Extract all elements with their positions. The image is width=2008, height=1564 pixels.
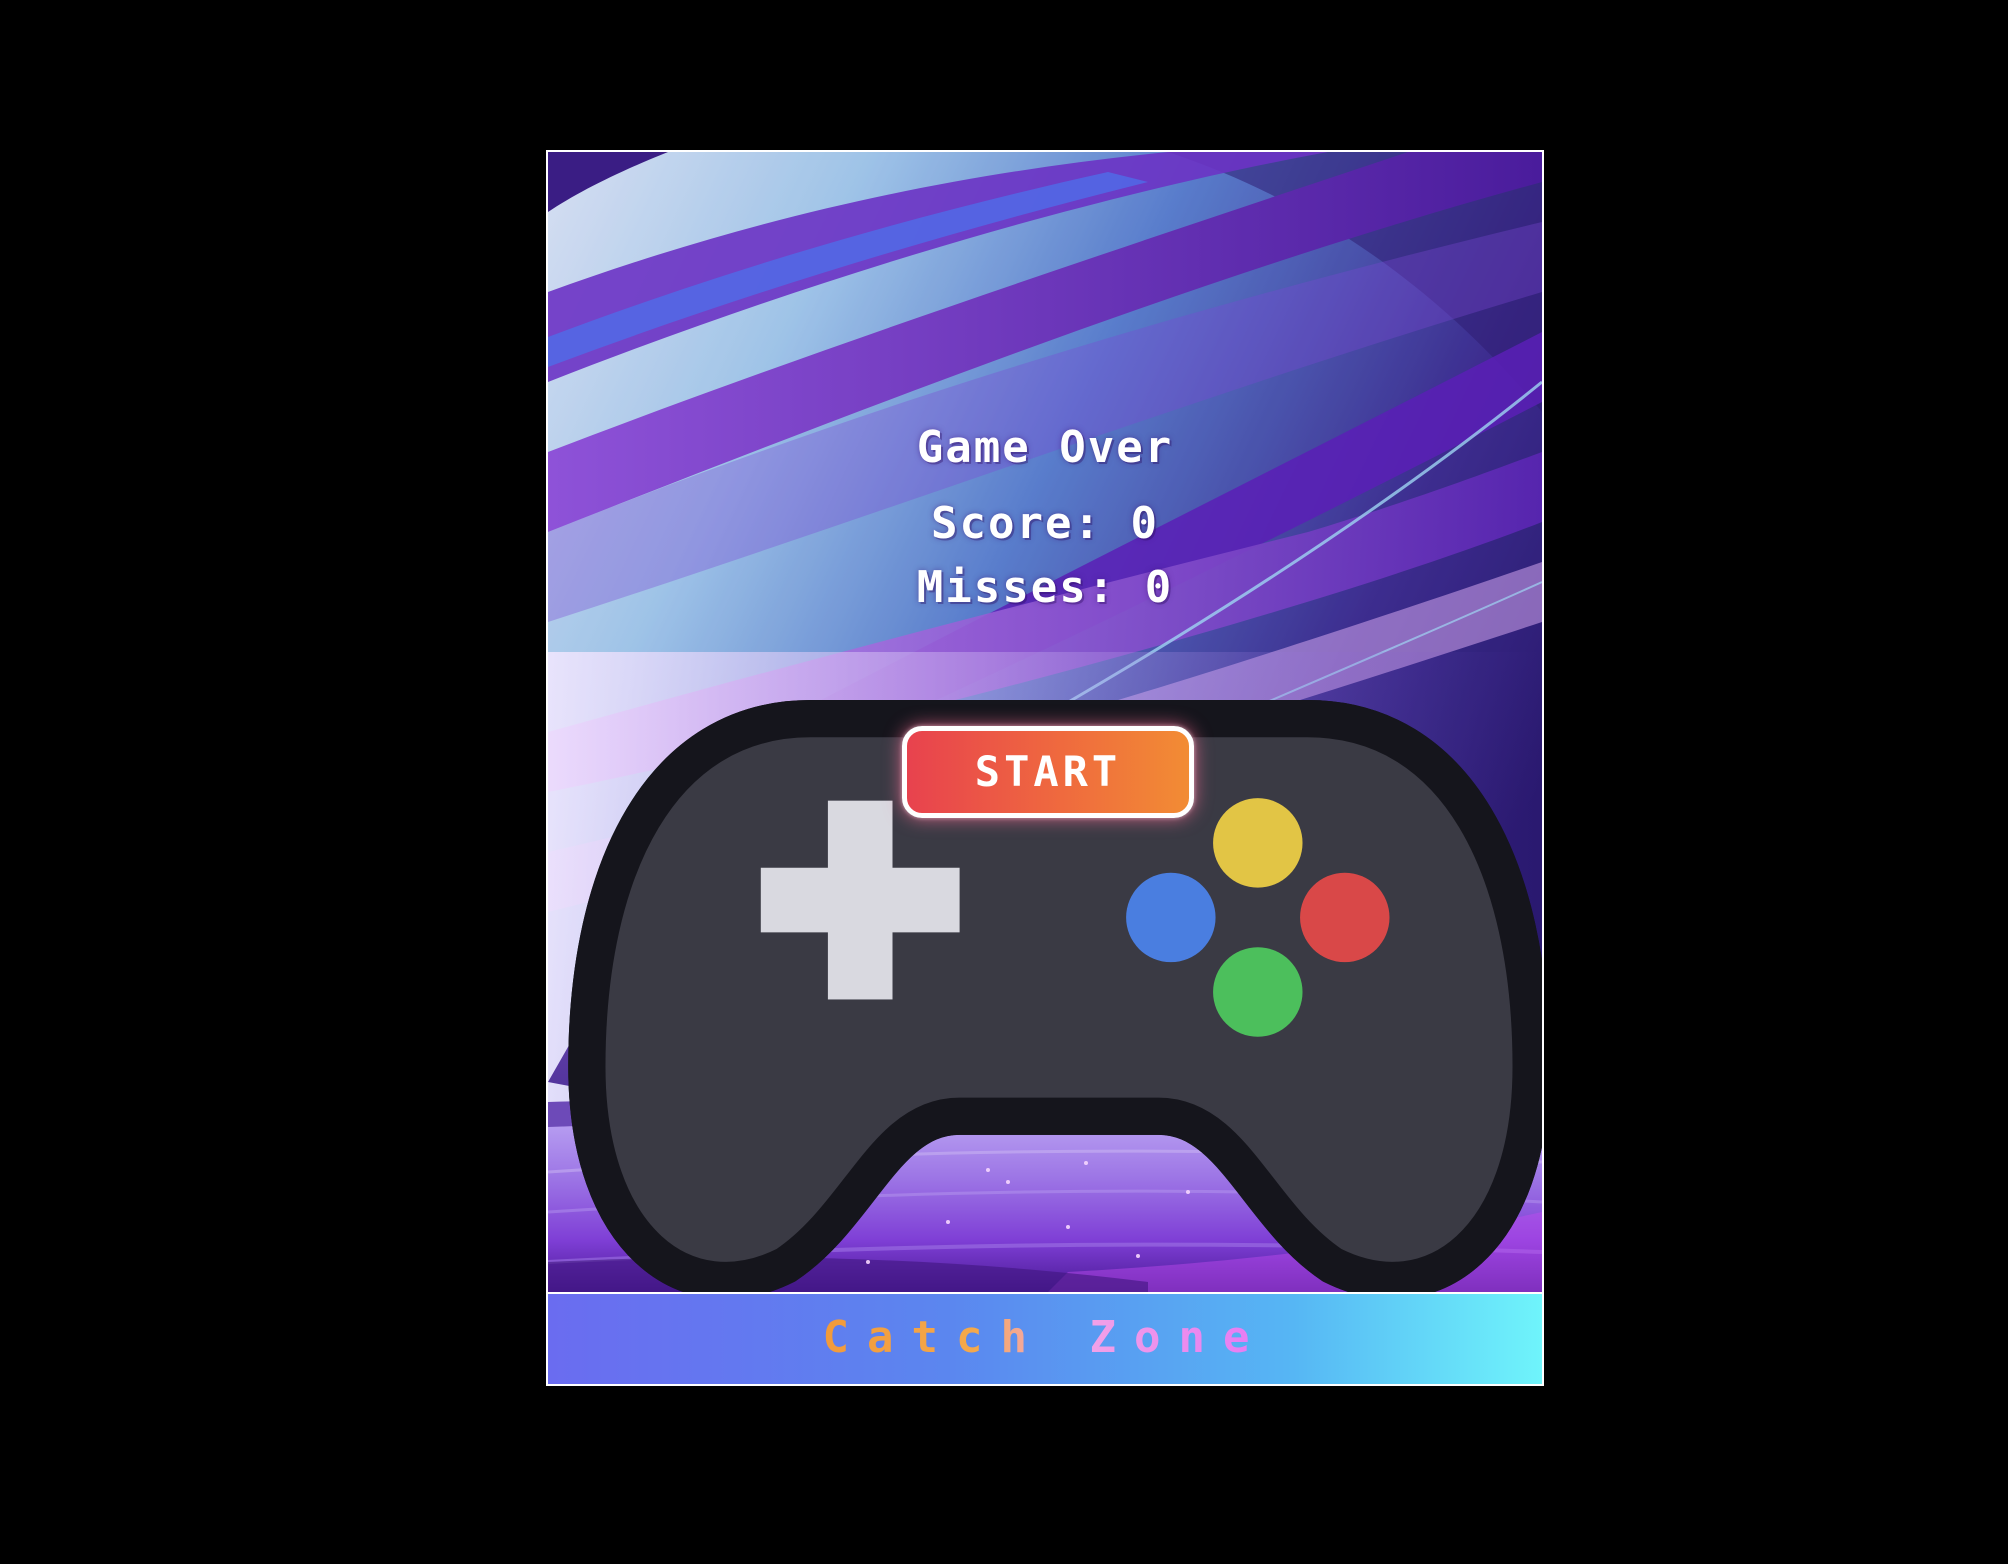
screen: Game Over Score: 0 Misses: 0 START Catch… [0, 0, 2008, 1564]
misses-display: Misses: 0 [916, 562, 1174, 613]
game-over-heading: Game Over [548, 422, 1542, 1292]
start-button[interactable]: START [902, 726, 1194, 818]
score-display: Score: 0 [931, 498, 1159, 549]
gamepad-icon [568, 700, 1542, 1292]
game-canvas[interactable]: Game Over Score: 0 Misses: 0 START [548, 152, 1542, 1292]
game-frame: Game Over Score: 0 Misses: 0 START Catch… [546, 150, 1544, 1386]
game-over-overlay: Game Over Score: 0 Misses: 0 START [548, 152, 1542, 1292]
catch-zone-label: Catch Zone [822, 1312, 1268, 1363]
catch-zone[interactable]: Catch Zone [548, 1294, 1542, 1384]
